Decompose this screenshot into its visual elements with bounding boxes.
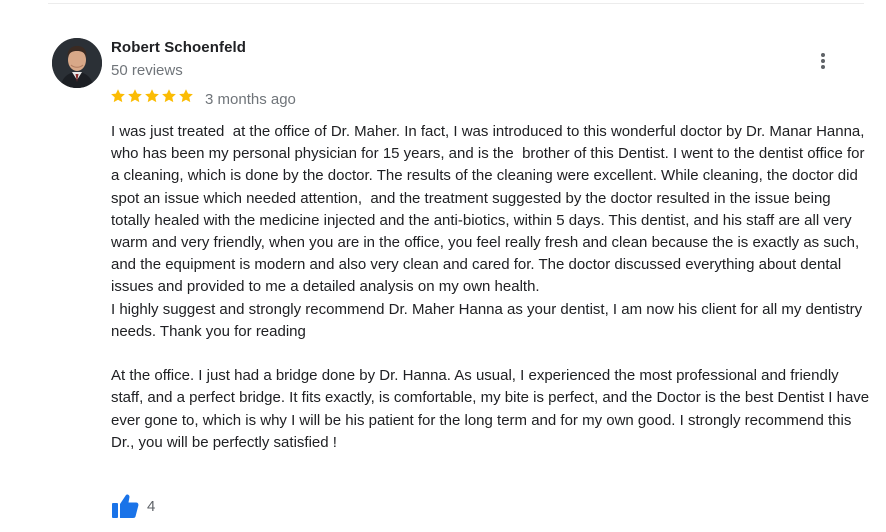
star-icon — [128, 89, 142, 103]
review-paragraph: I was just treated at the office of Dr. … — [111, 123, 869, 296]
like-count: 4 — [147, 497, 156, 515]
review-paragraph — [111, 343, 871, 365]
profile-photo-icon — [52, 38, 102, 88]
star-icon — [111, 89, 125, 103]
more-vert-icon — [821, 53, 825, 69]
review-paragraph: At the office. I just had a bridge done … — [111, 367, 874, 451]
star-icon — [145, 89, 159, 103]
review-card: Robert Schoenfeld 50 reviews 3 months ag… — [0, 0, 886, 532]
star-rating — [110, 88, 194, 104]
reviews-count[interactable]: 50 reviews — [111, 62, 183, 79]
more-options-button[interactable] — [810, 48, 836, 74]
star-icon — [179, 89, 193, 103]
star-icon — [162, 89, 176, 103]
review-date: 3 months ago — [205, 91, 296, 108]
review-paragraph: I highly suggest and strongly recommend … — [111, 300, 867, 340]
divider — [48, 3, 864, 4]
like-row: 4 — [111, 493, 155, 519]
avatar[interactable] — [52, 38, 102, 88]
thumbs-up-icon[interactable] — [111, 493, 139, 519]
review-text: I was just treated at the office of Dr. … — [111, 121, 871, 454]
author-name[interactable]: Robert Schoenfeld — [111, 39, 246, 56]
